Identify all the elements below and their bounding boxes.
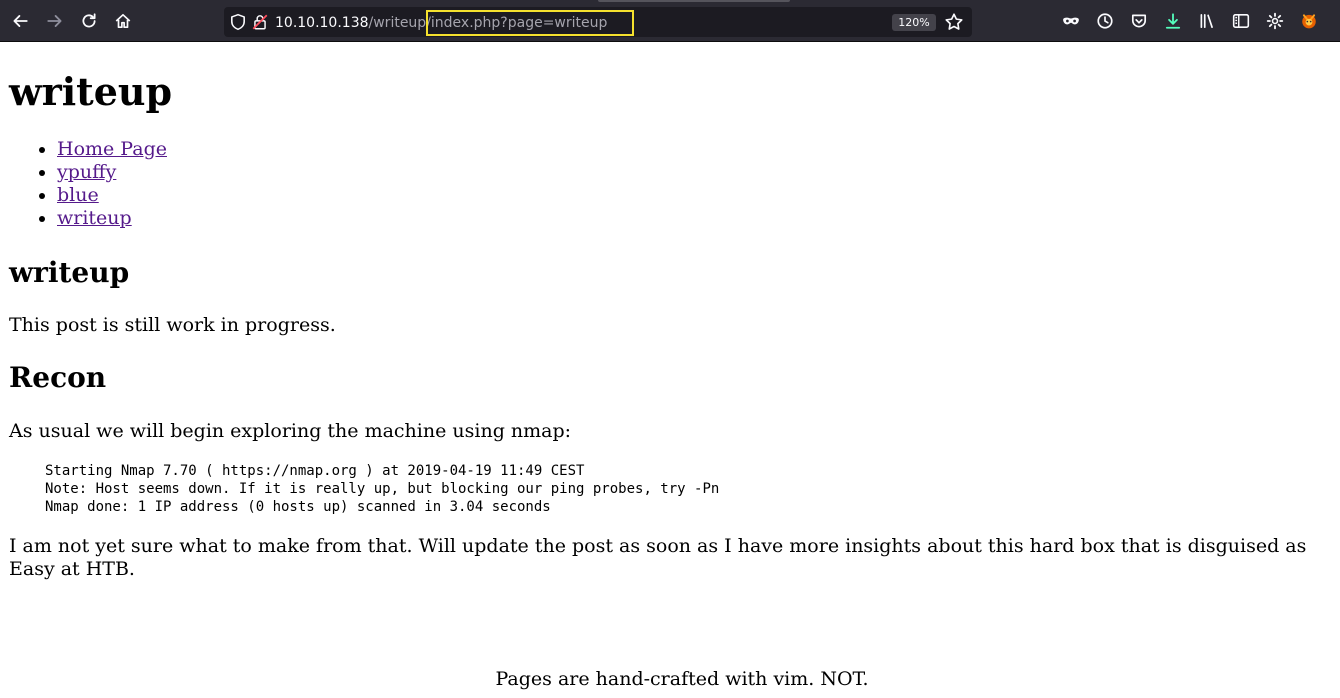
nav-link-writeup[interactable]: writeup — [57, 207, 132, 229]
settings-button[interactable] — [1264, 10, 1286, 32]
url-bar[interactable]: 10.10.10.138/writeup/index.php?page=writ… — [224, 7, 972, 37]
settings-gear-icon — [1266, 12, 1284, 30]
tracking-protection-shield-icon[interactable] — [229, 13, 247, 31]
post-title: writeup — [9, 256, 130, 289]
nav-item: ypuffy — [57, 161, 167, 184]
url-path: /writeup/index.php?page=writeup — [368, 15, 608, 31]
back-arrow-icon — [13, 15, 28, 27]
forward-arrow-icon — [47, 15, 62, 27]
nav-item: writeup — [57, 207, 167, 230]
nmap-line: Nmap done: 1 IP address (0 hosts up) sca… — [45, 499, 551, 515]
private-browsing-mask-icon — [1063, 17, 1079, 25]
private-browsing-button[interactable] — [1060, 10, 1082, 32]
home-button[interactable] — [109, 7, 137, 35]
history-clock-icon — [1097, 13, 1113, 29]
library-icon — [1200, 13, 1213, 29]
post-conclusion: I am not yet sure what to make from that… — [9, 535, 1307, 580]
home-icon — [115, 13, 131, 29]
page-footer: Pages are hand-crafted with vim. NOT. — [495, 668, 869, 690]
extension-button[interactable] — [1298, 10, 1320, 32]
url-text[interactable]: 10.10.10.138/writeup/index.php?page=writ… — [275, 13, 607, 33]
pocket-icon — [1131, 14, 1147, 28]
library-button[interactable] — [1196, 10, 1218, 32]
zoom-indicator[interactable]: 120% — [892, 14, 936, 31]
extension-fox-icon — [1302, 14, 1316, 29]
reload-button[interactable] — [75, 7, 103, 35]
sidebar-icon — [1232, 14, 1250, 28]
nmap-intro: As usual we will begin exploring the mac… — [9, 420, 572, 442]
nav-item: blue — [57, 184, 167, 207]
downloads-button[interactable] — [1162, 10, 1184, 32]
url-host: 10.10.10.138 — [275, 15, 369, 31]
nmap-output: Starting Nmap 7.70 ( https://nmap.org ) … — [45, 462, 719, 516]
nav-link-home-page[interactable]: Home Page — [57, 138, 167, 160]
site-title: writeup — [9, 69, 173, 114]
forward-button[interactable] — [41, 7, 69, 35]
nmap-line: Note: Host seems down. If it is really u… — [45, 481, 720, 497]
reload-icon — [82, 13, 96, 28]
section-title: Recon — [9, 361, 107, 394]
browser-toolbar: 10.10.10.138/writeup/index.php?page=writ… — [0, 0, 1340, 42]
site-nav: Home Page ypuffy blue writeup — [9, 138, 167, 230]
tab-indicator — [598, 0, 790, 2]
nav-link-ypuffy[interactable]: ypuffy — [57, 161, 116, 183]
nmap-line: Starting Nmap 7.70 ( https://nmap.org ) … — [45, 463, 585, 479]
back-button[interactable] — [6, 7, 34, 35]
insecure-lock-icon[interactable] — [251, 13, 269, 31]
nav-link-blue[interactable]: blue — [57, 184, 99, 206]
sidebar-button[interactable] — [1230, 10, 1252, 32]
history-button[interactable] — [1094, 10, 1116, 32]
pocket-button[interactable] — [1128, 10, 1150, 32]
downloads-icon — [1165, 13, 1181, 29]
nav-item: Home Page — [57, 138, 167, 161]
post-intro: This post is still work in progress. — [9, 314, 336, 336]
bookmark-star-icon[interactable] — [944, 12, 964, 32]
